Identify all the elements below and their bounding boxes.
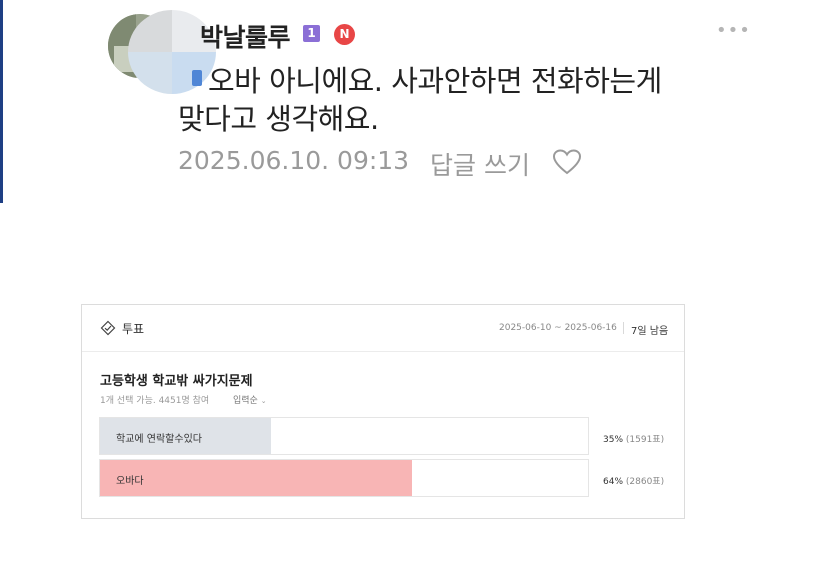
vote-card: 투표 2025-06-10 ~ 2025-06-16 7일 남음 고등학생 학교… xyxy=(81,304,685,519)
level-badge: 1 xyxy=(303,25,320,42)
vote-option-label: 오바다 xyxy=(116,476,144,487)
vote-option-votes: (2860표) xyxy=(625,477,665,487)
vote-sort-dropdown[interactable]: 입력순 ⌄ xyxy=(233,393,267,406)
vote-option-result: 64% (2860표) xyxy=(603,474,664,487)
vote-option-percent: 64% xyxy=(603,477,624,487)
vote-header-label: 투표 xyxy=(122,322,145,336)
heart-icon[interactable] xyxy=(552,148,582,176)
vote-option-2[interactable]: 오바다 xyxy=(99,459,589,497)
vote-question: 고등학생 학교밖 싸가지문제 xyxy=(100,374,253,389)
vote-check-icon xyxy=(100,320,116,336)
vote-period: 2025-06-10 ~ 2025-06-16 xyxy=(499,323,617,333)
vote-option-1[interactable]: 학교에 연락할수있다 xyxy=(99,417,589,455)
vote-option-votes: (1591표) xyxy=(625,435,665,445)
new-badge: N xyxy=(334,24,355,45)
comment-text-line1: 오바 아니에요. 사과안하면 전화하는게 xyxy=(208,64,662,98)
more-icon[interactable]: ••• xyxy=(716,20,750,42)
left-accent-bar xyxy=(0,0,3,203)
vote-remaining: 7일 남음 xyxy=(631,326,669,337)
vote-sort-label: 입력순 xyxy=(233,396,258,406)
vote-option-label: 학교에 연락할수있다 xyxy=(116,434,202,445)
vote-option-percent: 35% xyxy=(603,435,624,445)
vote-option-bar xyxy=(100,460,413,496)
chevron-down-icon: ⌄ xyxy=(260,397,267,405)
reply-button[interactable]: 답글 쓰기 xyxy=(430,146,530,182)
divider xyxy=(623,322,624,334)
comment-date: 2025.06.10. 09:13 xyxy=(178,146,410,175)
mention-icon xyxy=(192,70,202,86)
vote-meta: 1개 선택 가능. 4451명 참여 xyxy=(100,396,210,406)
vote-option-result: 35% (1591표) xyxy=(603,432,664,445)
comment-text-line2: 맞다고 생각해요. xyxy=(178,102,379,136)
comment-author[interactable]: 박날룰루 xyxy=(200,18,291,54)
vote-header: 투표 2025-06-10 ~ 2025-06-16 7일 남음 xyxy=(82,305,684,352)
